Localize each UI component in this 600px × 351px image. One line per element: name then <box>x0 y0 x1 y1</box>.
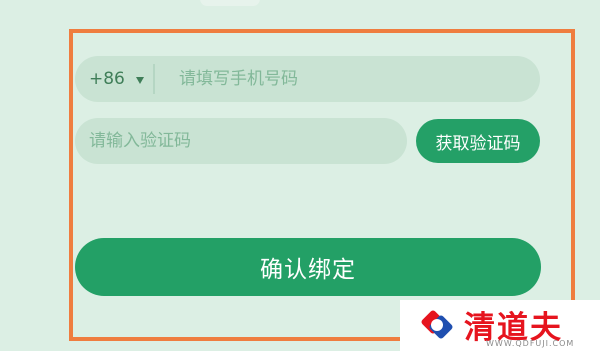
watermark-url: WWW.QDFUJI.COM <box>486 339 575 348</box>
highlight-frame <box>69 29 575 341</box>
top-decor <box>200 0 260 6</box>
watermark: 清道夫 WWW.QDFUJI.COM <box>400 300 600 351</box>
q-logo-icon <box>421 310 453 339</box>
